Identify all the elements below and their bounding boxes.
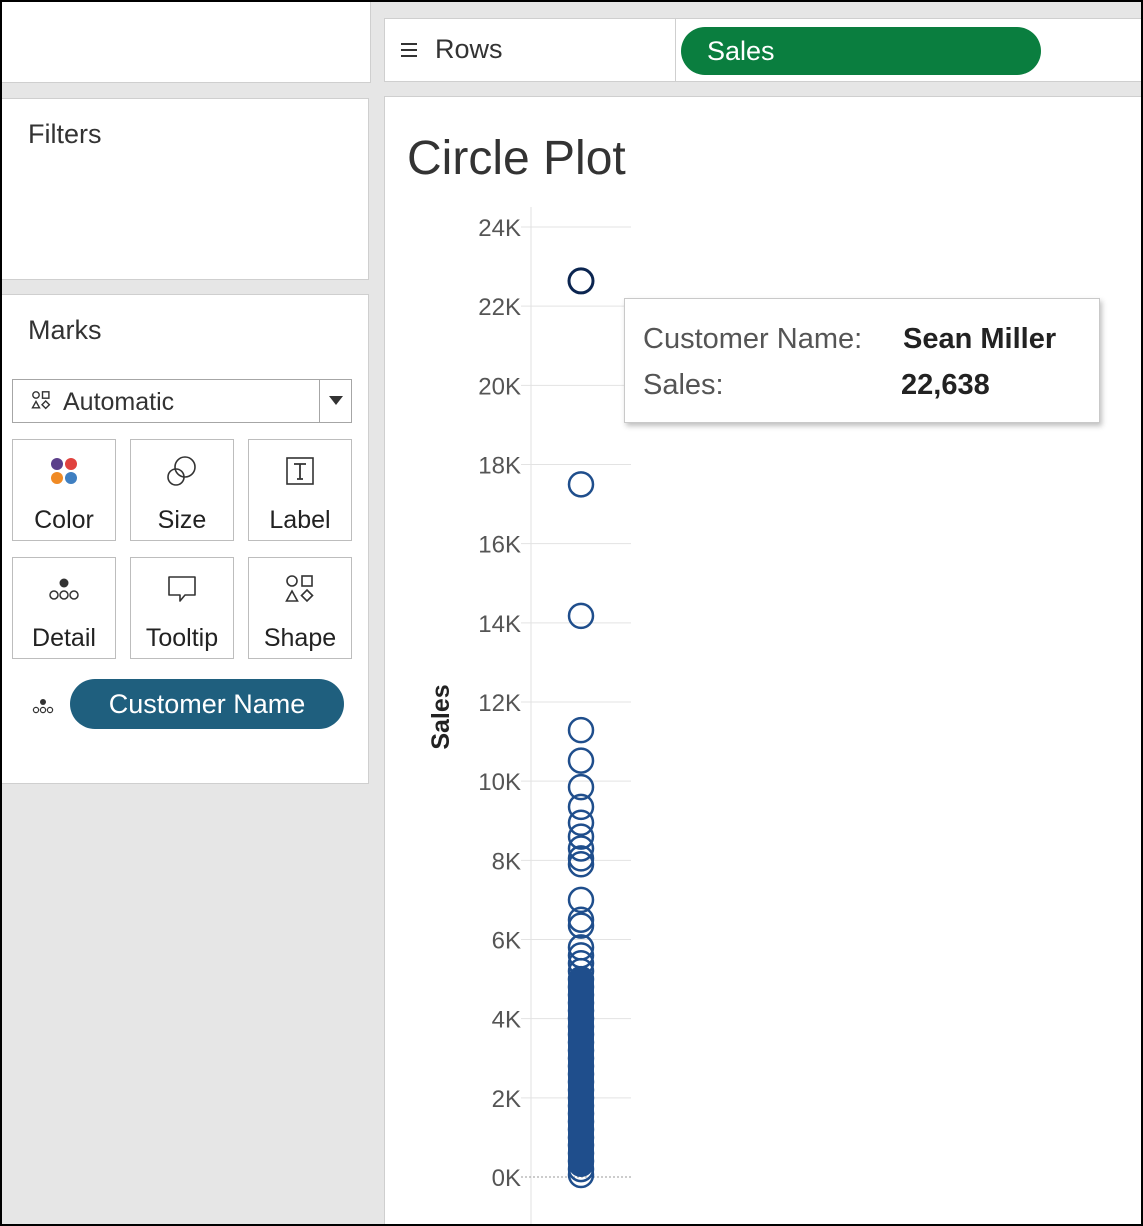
automatic-mark-icon xyxy=(31,391,51,410)
data-point[interactable] xyxy=(567,809,595,836)
y-tick-label: 24K xyxy=(478,215,521,242)
sales-pill-label: Sales xyxy=(707,36,775,66)
color-label: Color xyxy=(34,506,94,534)
pages-shelf xyxy=(2,2,371,83)
tooltip-name-value: Sean Miller xyxy=(903,323,1057,355)
tooltip-name-label: Customer Name: xyxy=(643,323,863,355)
data-point[interactable] xyxy=(567,716,595,744)
marks-card: Marks Automatic Color Size Label Detail … xyxy=(2,294,369,784)
y-tick-label: 22K xyxy=(478,294,521,321)
shapes-icon xyxy=(285,575,314,603)
mark-type-dropdown[interactable]: Automatic xyxy=(12,379,352,423)
tooltip-label: Tooltip xyxy=(145,624,219,652)
y-tick-label: 20K xyxy=(478,373,521,400)
y-tick-label: 4K xyxy=(492,1007,521,1034)
y-tick-label: 16K xyxy=(478,532,521,559)
y-tick-label: 12K xyxy=(478,690,521,717)
data-point[interactable] xyxy=(567,912,595,939)
highlighted-mark[interactable] xyxy=(567,267,595,295)
detail-dots-icon xyxy=(49,578,79,600)
chevron-down-icon[interactable] xyxy=(329,396,343,405)
y-tick-label: 18K xyxy=(478,453,521,480)
dropdown-divider xyxy=(319,380,320,422)
sales-pill[interactable]: Sales xyxy=(681,27,1041,75)
label-label: Label xyxy=(269,506,331,534)
size-icon xyxy=(167,456,196,486)
filters-title: Filters xyxy=(28,119,102,149)
tooltip-bubble-icon xyxy=(168,576,196,602)
tooltip-sales-value: 22,638 xyxy=(901,369,990,401)
y-axis-label: Sales xyxy=(427,684,455,749)
size-label: Size xyxy=(157,506,207,534)
shape-button[interactable]: Shape xyxy=(248,557,352,659)
y-tick-label: 14K xyxy=(478,611,521,638)
detail-encoding-icon xyxy=(32,699,54,714)
detail-button[interactable]: Detail xyxy=(12,557,116,659)
tooltip-sales-label: Sales: xyxy=(643,369,724,401)
data-point[interactable] xyxy=(567,471,595,498)
shelf-divider xyxy=(675,19,676,81)
mark-type-label: Automatic xyxy=(63,388,175,416)
color-button[interactable]: Color xyxy=(12,439,116,541)
filters-card[interactable]: Filters xyxy=(2,98,369,280)
y-tick-label: 8K xyxy=(492,848,521,875)
rows-shelf[interactable]: Rows Sales xyxy=(384,18,1141,82)
rows-icon xyxy=(401,43,417,57)
y-tick-label: 0K xyxy=(492,1165,521,1192)
shape-label: Shape xyxy=(263,624,337,652)
size-button[interactable]: Size xyxy=(130,439,234,541)
detail-label: Detail xyxy=(32,624,96,652)
customer-name-pill[interactable]: Customer Name xyxy=(70,679,344,729)
y-tick-label: 10K xyxy=(478,769,521,796)
dense-mark-cluster[interactable] xyxy=(568,967,594,1177)
tooltip-button[interactable]: Tooltip xyxy=(130,557,234,659)
circle-plot-chart[interactable]: 0K 2K 4K 6K 8K 10K 12K 14K 16K 18K 20K 22K 24K Sales xyxy=(385,97,1142,1225)
tableau-worksheet: Filters Marks Automatic Color Size Label… xyxy=(0,0,1143,1226)
label-button[interactable]: Label xyxy=(248,439,352,541)
color-dots-icon xyxy=(51,458,77,484)
label-text-icon xyxy=(286,457,314,485)
data-point[interactable] xyxy=(567,747,595,774)
data-point[interactable] xyxy=(567,602,595,630)
y-tick-label: 6K xyxy=(492,928,521,955)
y-tick-label: 2K xyxy=(492,1086,521,1113)
mark-tooltip: Customer Name: Sean Miller Sales: 22,638 xyxy=(624,298,1100,423)
marks-title: Marks xyxy=(28,315,102,345)
rows-label: Rows xyxy=(435,34,503,64)
visualization-area: Circle Plot 0K 2K 4K 6K 8K 10K 12K 14K 16K 18K 20K… xyxy=(384,96,1141,1224)
data-point[interactable] xyxy=(567,851,595,878)
